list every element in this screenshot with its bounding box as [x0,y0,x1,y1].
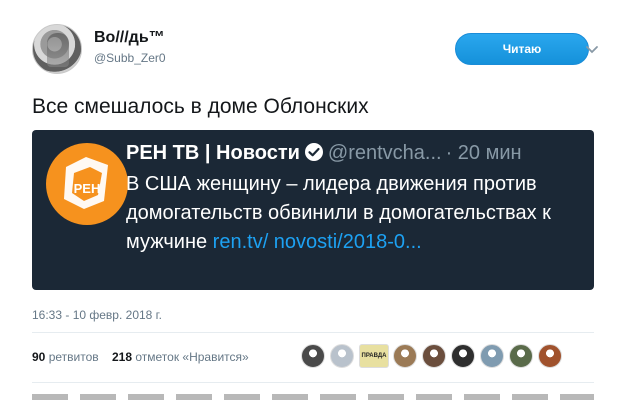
retweets-count: 90 [32,350,46,364]
liker-avatar-8[interactable] [509,344,533,368]
author-avatar[interactable] [32,24,82,74]
liker-avatar-4[interactable] [393,344,417,368]
author-display-name[interactable]: Во///дь™ [94,28,166,48]
ren-tv-logo-text: РЕН [74,181,101,196]
tweet-timestamp[interactable]: 16:33 - 10 февр. 2018 г. [32,308,162,322]
quoted-tweet[interactable]: РЕН РЕН ТВ | Новости @rentvcha... · 20 ми… [32,130,594,290]
quoted-time[interactable]: · 20 мин [446,142,522,164]
likes-stat[interactable]: 218 отметок «Нравится» [112,350,249,364]
liker-avatar-6[interactable] [451,344,475,368]
ren-tv-logo: РЕН [46,143,128,225]
retweets-stat[interactable]: 90 ретвитов [32,350,99,364]
liker-avatar-1[interactable] [301,344,325,368]
divider [32,332,594,333]
tweet-text: Все смешалось в доме Облонских [32,95,369,118]
ren-tv-logo-icon: РЕН [64,157,108,209]
liker-avatar-2[interactable] [330,344,354,368]
liker-avatar-5[interactable] [422,344,446,368]
likes-count: 218 [111,350,133,364]
quoted-author-name[interactable]: РЕН ТВ | Новости [126,142,300,164]
next-tweet-preview [32,394,594,400]
follow-button[interactable]: Читаю [455,33,589,65]
retweets-label: ретвитов [48,350,99,364]
liker-avatar-3[interactable]: ПРАВДА [359,344,389,368]
tweet-stats: 90 ретвитов 218 отметок «Нравится» [32,350,259,364]
author-handle[interactable]: @Subb_Zer0 [94,51,166,65]
likes-label: отметок «Нравится» [135,350,249,364]
author-name-block[interactable]: Во///дь™ @Subb_Zer0 [94,28,166,65]
chevron-down-icon[interactable] [582,40,602,60]
quoted-handle[interactable]: @rentvcha... [328,142,442,164]
avatar-figure-icon [47,33,69,67]
quoted-link[interactable]: ren.tv/ novosti/2018-0... [213,231,422,253]
quoted-body: В США женщину – лидера движения против д… [126,170,576,257]
tweet-header: Во///дь™ @Subb_Zer0 Читаю [32,18,602,80]
verified-badge-icon [304,143,323,161]
liker-avatar-9[interactable] [538,344,562,368]
quoted-header: РЕН ТВ | Новости @rentvcha... · 20 мин [126,140,522,166]
liker-avatar-7[interactable] [480,344,504,368]
liker-avatar-text: ПРАВДА [361,353,387,359]
divider [32,382,594,383]
